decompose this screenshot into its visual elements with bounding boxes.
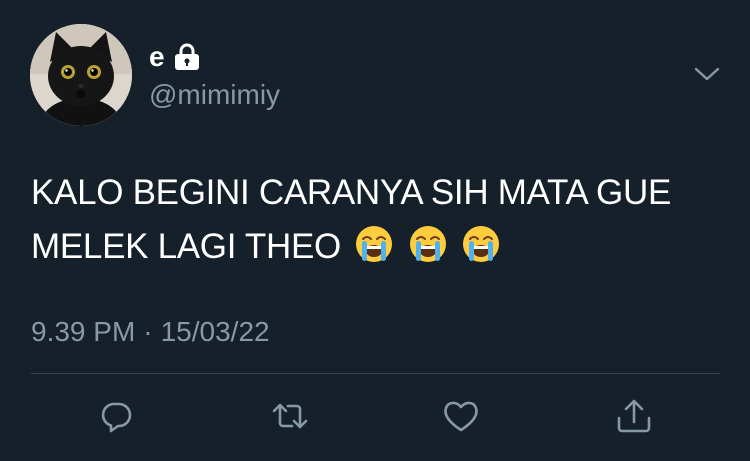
share-icon xyxy=(617,399,651,433)
chevron-down-icon[interactable] xyxy=(693,64,721,84)
tweet-text-body: KALO BEGINI CARANYA SIH MATA GUE MELEK L… xyxy=(31,173,672,266)
avatar[interactable] xyxy=(30,24,132,126)
reply-icon xyxy=(101,402,132,433)
reply-button[interactable] xyxy=(94,396,138,436)
user-handle[interactable]: @mimimiy xyxy=(149,78,280,112)
lock-icon xyxy=(174,43,200,71)
display-name[interactable]: e xyxy=(149,40,165,74)
retweet-icon xyxy=(272,403,308,429)
tweet-time: 9.39 PM xyxy=(31,316,136,347)
timestamp-separator: · xyxy=(143,316,153,347)
retweet-button[interactable] xyxy=(268,396,312,436)
share-button[interactable] xyxy=(612,396,656,436)
tweet-timestamp[interactable]: 9.39 PM · 15/03/22 xyxy=(31,315,270,349)
like-button[interactable] xyxy=(439,396,483,436)
display-name-row: e xyxy=(149,40,200,74)
tweet-date: 15/03/22 xyxy=(160,316,270,347)
tweet-text: KALO BEGINI CARANYA SIH MATA GUE MELEK L… xyxy=(31,166,691,274)
loudly-crying-face-icon xyxy=(461,224,501,264)
black-cat-avatar-image xyxy=(30,24,132,126)
divider xyxy=(31,373,720,374)
loudly-crying-face-icon xyxy=(408,224,448,264)
tweet-card: e @mimimiy KALO BEGINI CARANYA SIH MATA … xyxy=(0,0,750,461)
heart-icon xyxy=(444,401,478,432)
loudly-crying-face-icon xyxy=(354,224,394,264)
